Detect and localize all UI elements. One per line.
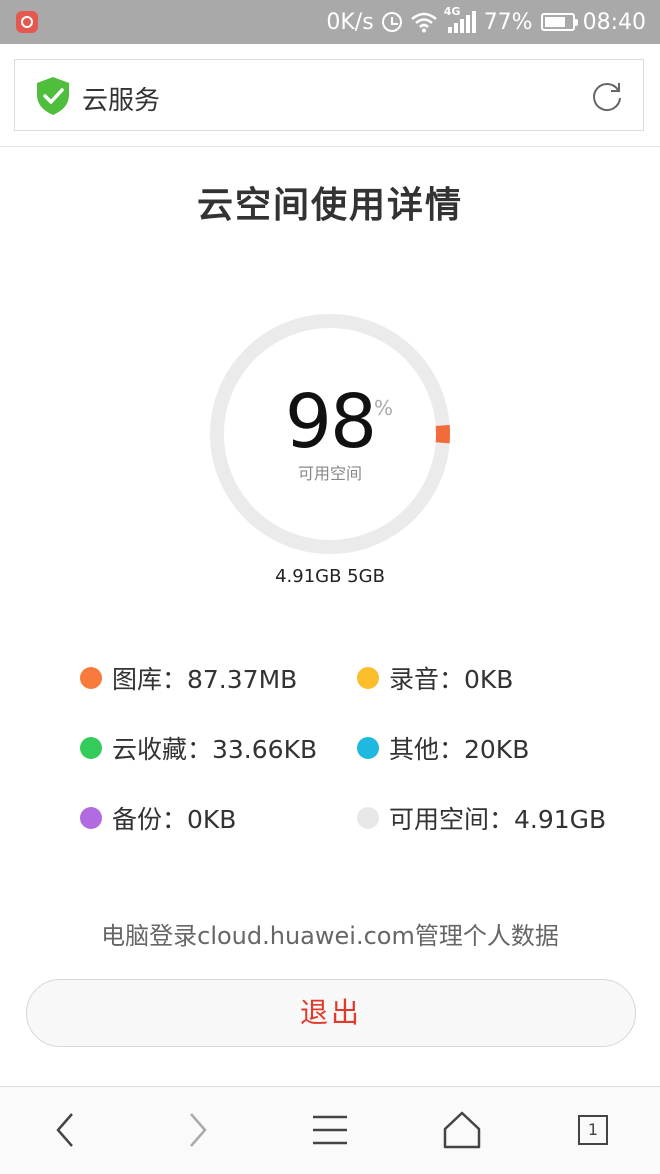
web-management-hint: 电脑登录cloud.huawei.com管理个人数据 [101, 922, 559, 950]
back-button[interactable] [40, 1105, 90, 1155]
shield-check-icon [37, 77, 69, 115]
logout-button[interactable]: 退出 [26, 979, 636, 1047]
tabs-button[interactable]: 1 [568, 1105, 618, 1155]
home-button[interactable] [437, 1105, 487, 1155]
legend-dot [80, 667, 102, 689]
tabs-icon: 1 [578, 1115, 608, 1145]
status-icons: 0K/s 4G 77% 08:40 [326, 5, 646, 37]
battery-percent: 77% [483, 9, 533, 35]
alarm-icon [381, 12, 402, 32]
legend-dot [80, 807, 102, 829]
available-percent-value: 98 [284, 379, 377, 465]
legend-dot [357, 667, 379, 689]
legend-label: 云收藏：33.66KB [112, 735, 318, 764]
header-title: 云服务 [82, 86, 161, 116]
signal-icon: 4G [444, 5, 476, 33]
page-title: 云空间使用详情 [196, 185, 463, 226]
status-bar: 0K/s 4G 77% 08:40 [0, 0, 660, 44]
legend-label: 录音：0KB [389, 665, 514, 694]
legend-dot [357, 807, 379, 829]
storage-sizes: 4.91GB 5GB [0, 566, 660, 587]
battery-icon [540, 13, 578, 31]
back-icon [56, 1113, 73, 1147]
legend-label: 图库：87.37MB [112, 665, 298, 694]
legend-item-other: 其他：20KB [357, 730, 529, 766]
wifi-icon [410, 12, 437, 33]
legend-dot [80, 737, 102, 759]
menu-button[interactable] [305, 1105, 355, 1155]
legend-dot [357, 737, 379, 759]
gauge-label: 可用空间 [297, 464, 362, 483]
header-divider [0, 146, 660, 147]
legend-label: 其他：20KB [389, 735, 530, 764]
legend-item-favorites: 云收藏：33.66KB [80, 730, 317, 766]
legend-item-backup: 备份：0KB [80, 800, 236, 836]
refresh-icon[interactable] [589, 78, 625, 114]
legend-label: 备份：0KB [112, 805, 237, 834]
network-type: 4G [443, 5, 461, 18]
legend-item-available: 可用空间：4.91GB [357, 800, 606, 836]
legend-item-gallery: 图库：87.37MB [80, 660, 297, 696]
home-icon [443, 1111, 481, 1149]
browser-navbar: 1 [0, 1086, 660, 1174]
available-size: 4.91GB [275, 566, 342, 587]
clock: 08:40 [582, 9, 646, 35]
menu-icon [313, 1115, 347, 1145]
percent-sign: % [374, 396, 394, 420]
total-size: 5GB [347, 566, 385, 587]
forward-icon [190, 1113, 207, 1147]
app-notification-icon [16, 11, 38, 33]
forward-button[interactable] [173, 1105, 223, 1155]
net-speed: 0K/s [326, 9, 374, 35]
legend-label: 可用空间：4.91GB [389, 805, 607, 834]
app-header: 云服务 [14, 59, 644, 131]
legend-item-recordings: 录音：0KB [357, 660, 513, 696]
